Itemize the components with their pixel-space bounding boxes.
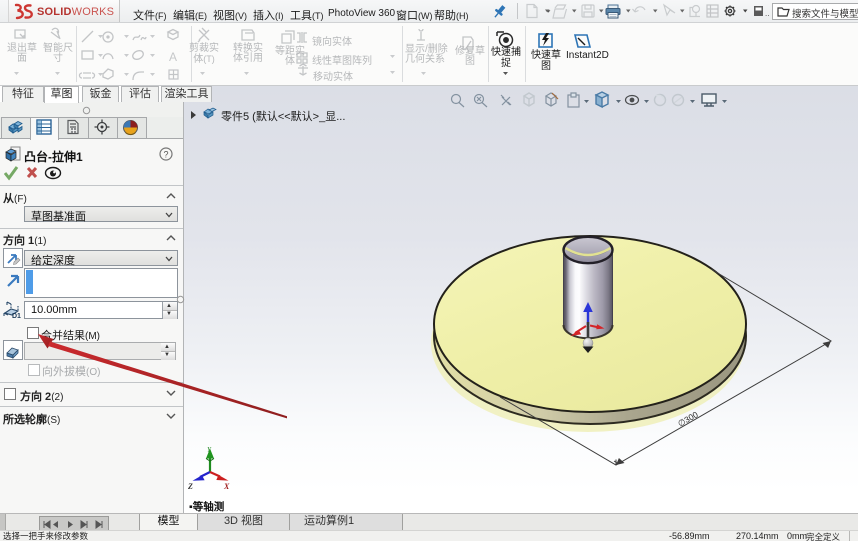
svg-text:?: ? [164,150,169,160]
svg-text:A: A [169,50,177,64]
svg-text:SOLIDWORKS: SOLIDWORKS [37,6,114,18]
svg-text:D1: D1 [12,313,21,319]
svg-text:X: X [223,482,230,491]
svg-text:..: .. [765,9,769,18]
svg-text:Z: Z [187,482,193,491]
